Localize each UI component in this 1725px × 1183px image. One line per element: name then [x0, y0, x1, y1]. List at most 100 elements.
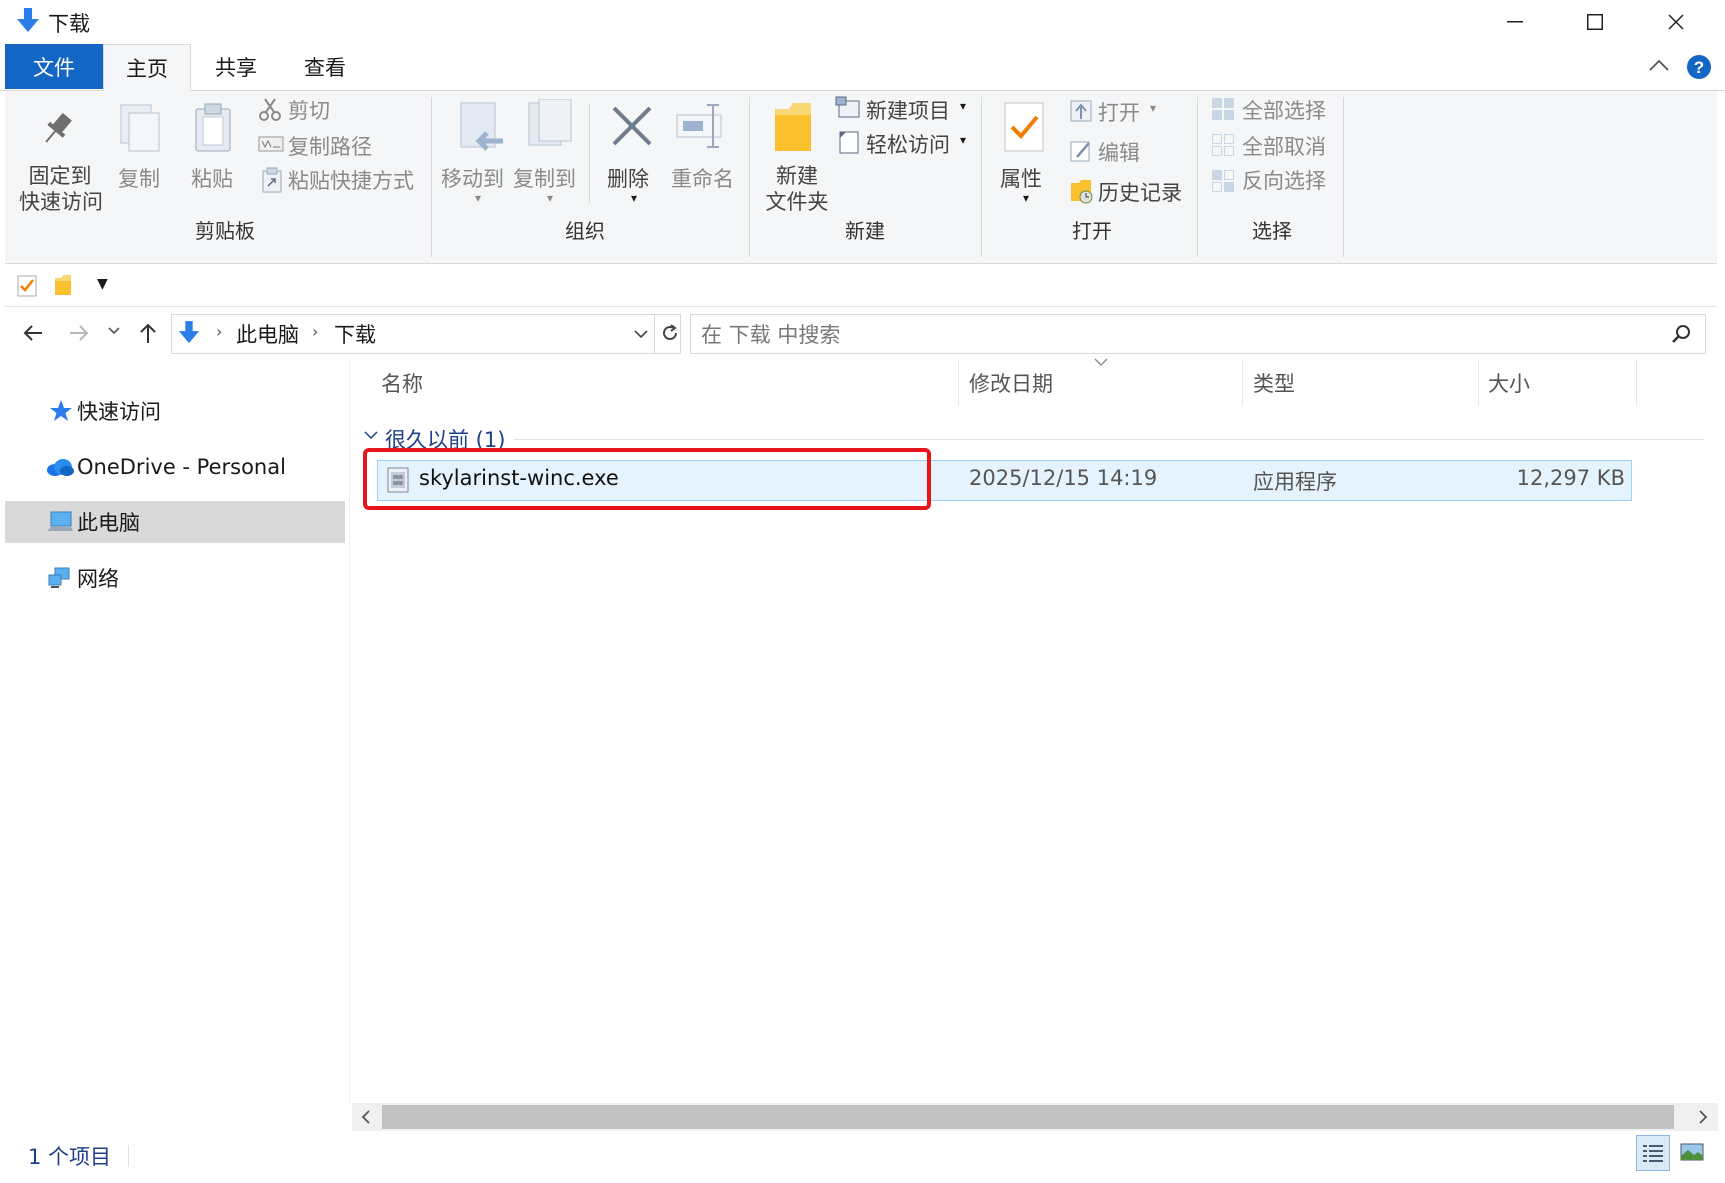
properties-button[interactable]: 属性 [1000, 163, 1042, 193]
paste-button[interactable]: 粘贴 [191, 163, 233, 193]
cut-button[interactable]: 剪切 [288, 95, 330, 125]
easy-access-dropdown-icon[interactable]: ▾ [960, 133, 966, 147]
copy-to-dropdown-icon[interactable]: ▾ [547, 191, 553, 205]
new-item-button[interactable]: 新建项目 [866, 95, 950, 125]
close-button[interactable] [1636, 0, 1716, 44]
paste-icon [193, 101, 235, 153]
delete-button[interactable]: 删除 [607, 163, 649, 193]
download-arrow-icon [16, 8, 40, 34]
properties-dropdown-icon[interactable]: ▾ [1023, 191, 1029, 205]
column-divider[interactable] [1242, 360, 1243, 406]
nav-label: OneDrive - Personal [77, 455, 286, 479]
nav-item-this-pc[interactable]: 此电脑 [5, 501, 345, 543]
pin-label-line2: 快速访问 [19, 190, 103, 214]
breadcrumb-chevron-icon: › [216, 322, 223, 341]
large-icons-view-icon [1680, 1143, 1704, 1161]
window-title: 下载 [48, 12, 90, 36]
group-header-line [514, 439, 1704, 440]
nav-item-onedrive[interactable]: OneDrive - Personal [5, 446, 345, 488]
search-placeholder: 在 下载 中搜索 [701, 323, 841, 347]
move-to-button[interactable]: 移动到 [441, 163, 504, 193]
minimize-button[interactable] [1475, 0, 1555, 44]
address-bar[interactable]: › 此电脑 › 下载 [171, 314, 681, 354]
select-none-button[interactable]: 全部取消 [1242, 131, 1326, 161]
select-all-button[interactable]: 全部选择 [1242, 95, 1326, 125]
up-arrow-icon[interactable] [138, 322, 158, 344]
nav-label: 网络 [77, 567, 119, 591]
column-header-date[interactable]: 修改日期 [969, 368, 1053, 398]
ribbon-separator [1197, 97, 1198, 257]
back-arrow-icon[interactable] [22, 323, 44, 343]
ribbon-separator [981, 97, 982, 257]
column-divider[interactable] [958, 360, 959, 406]
rename-button[interactable]: 重命名 [671, 163, 734, 193]
easy-access-button[interactable]: 轻松访问 [866, 129, 950, 159]
breadcrumb-downloads[interactable]: 下载 [334, 319, 376, 349]
nav-item-network[interactable]: 网络 [5, 557, 345, 599]
breadcrumb-this-pc[interactable]: 此电脑 [236, 319, 299, 349]
recent-locations-chevron-icon[interactable] [108, 326, 120, 336]
group-label-open: 打开 [1072, 219, 1112, 243]
group-collapse-chevron-icon[interactable] [364, 430, 378, 440]
title-bar: 下载 [0, 0, 1725, 44]
nav-item-quick-access[interactable]: 快速访问 [5, 390, 345, 432]
scissors-icon [258, 97, 282, 123]
scroll-left-arrow-icon[interactable] [361, 1110, 371, 1124]
column-header-name[interactable]: 名称 [381, 368, 423, 398]
navigation-pane: 快速访问 OneDrive - Personal 此电脑 网络 [5, 360, 345, 1140]
group-label-clipboard: 剪贴板 [195, 219, 255, 243]
move-to-icon [455, 101, 505, 155]
forward-arrow-icon[interactable] [68, 323, 90, 343]
collapse-ribbon-icon[interactable] [1648, 58, 1670, 72]
column-divider[interactable] [1478, 360, 1479, 406]
pane-divider [349, 360, 350, 1105]
copy-path-icon [258, 135, 284, 153]
customize-qat-dropdown-icon[interactable]: ▼ [97, 276, 108, 292]
address-history-dropdown-icon[interactable] [634, 329, 648, 339]
pin-label-line1: 固定到 [28, 164, 92, 188]
history-icon [1069, 179, 1095, 205]
copy-to-button[interactable]: 复制到 [513, 163, 576, 193]
large-icons-view-button[interactable] [1675, 1135, 1709, 1171]
edit-button[interactable]: 编辑 [1098, 137, 1140, 167]
paste-shortcut-button[interactable]: 粘贴快捷方式 [288, 165, 414, 195]
delete-dropdown-icon[interactable]: ▾ [631, 191, 637, 205]
new-folder-button[interactable]: 新建 文件夹 [761, 163, 833, 215]
history-button[interactable]: 历史记录 [1098, 177, 1182, 207]
search-icon[interactable] [1671, 324, 1691, 344]
ribbon-separator [431, 97, 432, 257]
open-dropdown-icon[interactable]: ▾ [1150, 101, 1156, 115]
refresh-icon[interactable] [660, 323, 680, 343]
maximize-button[interactable] [1555, 0, 1635, 44]
details-view-button[interactable] [1636, 1135, 1670, 1171]
copy-path-button[interactable]: 复制路径 [288, 131, 372, 161]
open-icon [1069, 99, 1095, 123]
scroll-right-arrow-icon[interactable] [1698, 1110, 1708, 1124]
column-divider[interactable] [1636, 360, 1637, 406]
pin-to-quick-access-button[interactable]: 固定到 快速访问 [19, 163, 103, 215]
ribbon-separator [1343, 97, 1344, 257]
column-header-size[interactable]: 大小 [1488, 368, 1530, 398]
scrollbar-thumb[interactable] [382, 1105, 1674, 1129]
new-item-dropdown-icon[interactable]: ▾ [960, 99, 966, 113]
new-folder-label-line1: 新建 [776, 164, 818, 188]
tab-file[interactable]: 文件 [5, 44, 103, 89]
copy-button[interactable]: 复制 [118, 163, 160, 193]
search-box[interactable]: 在 下载 中搜索 [690, 314, 1706, 354]
help-icon[interactable]: ? [1686, 54, 1712, 80]
new-folder-icon [771, 101, 815, 153]
tab-home[interactable]: 主页 [103, 44, 191, 91]
nav-label: 此电脑 [77, 511, 140, 535]
network-icon [47, 567, 77, 589]
file-type: 应用程序 [1253, 470, 1337, 494]
new-folder-qat-icon[interactable] [53, 274, 73, 296]
tab-view[interactable]: 查看 [283, 44, 367, 89]
open-button[interactable]: 打开 [1098, 97, 1140, 127]
file-modified: 2025/12/15 14:19 [969, 466, 1158, 490]
invert-selection-button[interactable]: 反向选择 [1242, 165, 1326, 195]
column-header-type[interactable]: 类型 [1253, 368, 1295, 398]
move-to-dropdown-icon[interactable]: ▾ [475, 191, 481, 205]
tab-share[interactable]: 共享 [195, 44, 277, 89]
easy-access-icon [837, 129, 861, 155]
properties-qat-icon[interactable] [17, 274, 39, 298]
